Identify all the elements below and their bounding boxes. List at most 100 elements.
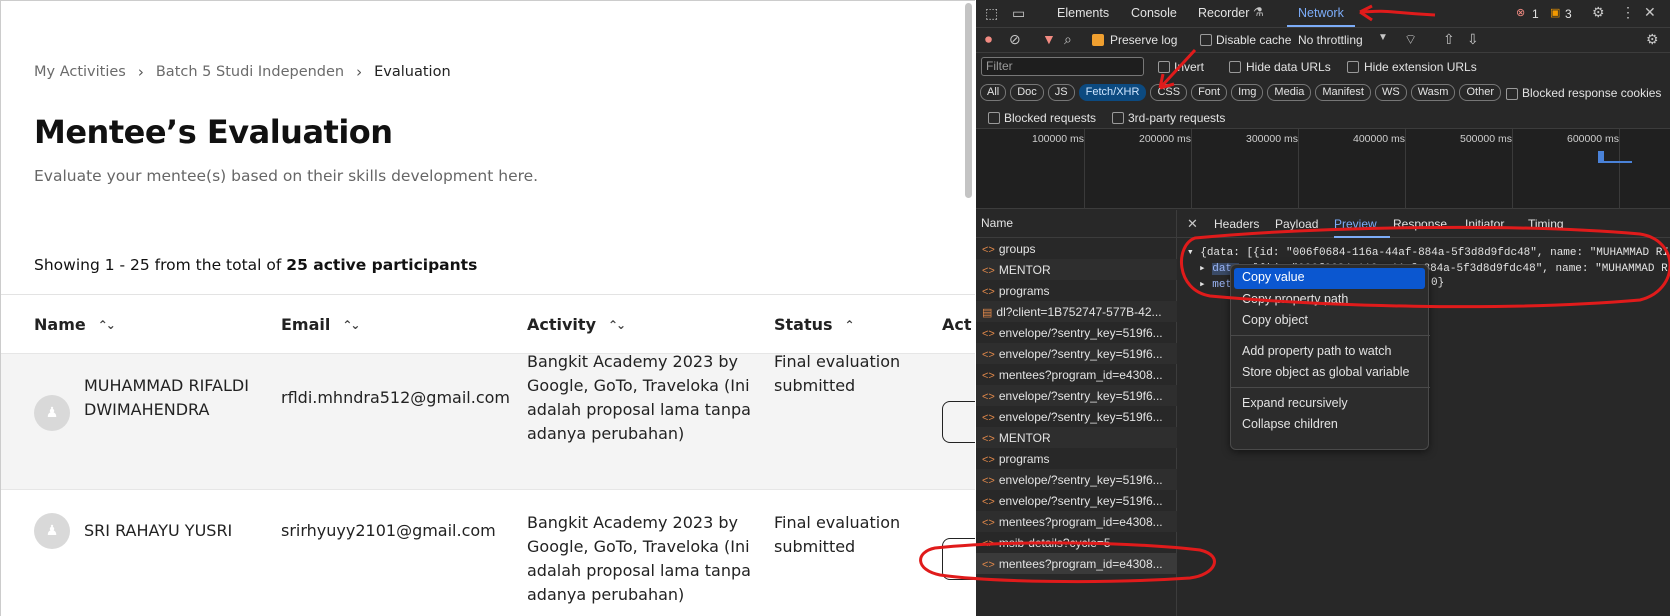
hide-data-urls-checkbox[interactable] bbox=[1229, 61, 1241, 73]
close-detail-icon[interactable]: ✕ bbox=[1187, 216, 1198, 232]
column-header-activity[interactable]: Activity ⌃⌄ bbox=[527, 315, 626, 334]
request-row[interactable]: <> MENTOR bbox=[976, 427, 1177, 448]
detail-tab-timing[interactable]: Timing bbox=[1528, 217, 1564, 231]
request-row[interactable]: <> msib-details?cycle=5 bbox=[976, 532, 1177, 553]
context-menu: Copy value Copy property path Copy objec… bbox=[1230, 264, 1430, 450]
throttling-select[interactable]: No throttling bbox=[1298, 33, 1363, 47]
device-toolbar-icon[interactable]: ▭ bbox=[1012, 5, 1025, 22]
export-har-icon[interactable]: ⇩ bbox=[1467, 31, 1479, 48]
hide-extension-urls-label: Hide extension URLs bbox=[1364, 60, 1477, 74]
filter-input[interactable]: Filter bbox=[981, 57, 1144, 76]
evaluate-button[interactable] bbox=[942, 401, 975, 443]
warning-icon[interactable]: ▣ bbox=[1550, 6, 1560, 19]
network-conditions-icon[interactable]: ⌔ bbox=[1404, 31, 1417, 49]
filter-funnel-icon[interactable]: ▼ bbox=[1042, 31, 1056, 47]
type-filter-other[interactable]: Other bbox=[1459, 84, 1501, 101]
column-header-status[interactable]: Status ⌃ bbox=[774, 315, 855, 334]
expand-arrow-icon[interactable]: ▾ bbox=[1187, 247, 1200, 259]
menu-item-copy-object[interactable]: Copy object bbox=[1242, 313, 1308, 327]
page-scrollbar[interactable] bbox=[965, 3, 972, 198]
invert-checkbox[interactable] bbox=[1158, 61, 1170, 73]
type-filter-font[interactable]: Font bbox=[1191, 84, 1228, 101]
request-row[interactable]: ▤ dl?client=1B752747-577B-42... bbox=[976, 301, 1177, 322]
request-row[interactable]: <> envelope/?sentry_key=519f6... bbox=[976, 385, 1177, 406]
breadcrumb-my-activities[interactable]: My Activities bbox=[34, 64, 126, 80]
tab-network[interactable]: Network bbox=[1298, 6, 1344, 20]
type-filter-fetch-xhr[interactable]: Fetch/XHR bbox=[1078, 84, 1147, 101]
showing-prefix: Showing 1 - 25 from the total of bbox=[34, 256, 282, 274]
menu-item-store-global[interactable]: Store object as global variable bbox=[1242, 365, 1409, 379]
tab-console[interactable]: Console bbox=[1131, 6, 1177, 20]
preview-meta-line[interactable]: ▸ met 0} bbox=[1199, 277, 1444, 291]
search-icon[interactable]: ⌕ bbox=[1064, 31, 1072, 48]
request-row[interactable]: <> mentees?program_id=e4308... bbox=[976, 553, 1177, 574]
expand-arrow-icon[interactable]: ▸ bbox=[1199, 263, 1212, 275]
dropdown-caret-icon[interactable]: ▼ bbox=[1378, 32, 1388, 43]
column-header-email[interactable]: Email ⌃⌄ bbox=[281, 315, 360, 334]
blocked-response-cookies-label: Blocked response cookies bbox=[1522, 86, 1662, 100]
request-row[interactable]: <> envelope/?sentry_key=519f6... bbox=[976, 490, 1177, 511]
breadcrumb-batch[interactable]: Batch 5 Studi Independen bbox=[156, 64, 344, 80]
clear-icon[interactable]: ⊘ bbox=[1009, 31, 1021, 48]
type-filter-img[interactable]: Img bbox=[1231, 84, 1264, 101]
type-filter-js[interactable]: JS bbox=[1047, 84, 1075, 101]
preserve-log-checkbox[interactable] bbox=[1092, 34, 1104, 46]
import-har-icon[interactable]: ⇧ bbox=[1443, 31, 1455, 48]
menu-item-expand-recursively[interactable]: Expand recursively bbox=[1242, 396, 1348, 410]
sort-icon[interactable]: ⌃⌄ bbox=[342, 318, 360, 332]
blocked-requests-checkbox[interactable] bbox=[988, 112, 1000, 124]
error-icon[interactable]: ⊗ bbox=[1516, 6, 1525, 19]
settings-gear-icon[interactable]: ⚙ bbox=[1592, 4, 1605, 21]
network-settings-icon[interactable]: ⚙ bbox=[1646, 31, 1659, 48]
detail-tab-payload[interactable]: Payload bbox=[1275, 217, 1318, 231]
sort-icon[interactable]: ⌃⌄ bbox=[608, 318, 626, 332]
detail-tab-preview[interactable]: Preview bbox=[1334, 217, 1377, 231]
document-icon: ▤ bbox=[982, 307, 993, 319]
request-row[interactable]: <> MENTOR bbox=[976, 259, 1177, 280]
tab-recorder[interactable]: Recorder bbox=[1198, 6, 1249, 20]
menu-item-collapse-children[interactable]: Collapse children bbox=[1242, 417, 1338, 431]
page-subtitle: Evaluate your mentee(s) based on their s… bbox=[34, 167, 539, 185]
type-filter-manifest[interactable]: Manifest bbox=[1315, 84, 1371, 101]
network-overview-timeline[interactable]: 100000 ms 200000 ms 300000 ms 400000 ms … bbox=[976, 129, 1670, 209]
request-row[interactable]: <> groups bbox=[976, 238, 1177, 259]
type-filter-doc[interactable]: Doc bbox=[1010, 84, 1044, 101]
disable-cache-checkbox[interactable] bbox=[1200, 34, 1212, 46]
type-filter-wasm[interactable]: Wasm bbox=[1410, 84, 1456, 101]
detail-tab-headers[interactable]: Headers bbox=[1214, 217, 1259, 231]
menu-item-copy-value[interactable]: Copy value bbox=[1234, 268, 1425, 289]
menu-item-add-watch[interactable]: Add property path to watch bbox=[1242, 344, 1391, 358]
type-filter-media[interactable]: Media bbox=[1267, 84, 1312, 101]
request-row[interactable]: <> programs bbox=[976, 280, 1177, 301]
blocked-response-cookies-checkbox[interactable] bbox=[1506, 88, 1518, 100]
flask-icon: ⚗ bbox=[1253, 5, 1264, 19]
request-row[interactable]: <> programs bbox=[976, 448, 1177, 469]
more-options-icon[interactable]: ⋮ bbox=[1621, 4, 1635, 21]
detail-tab-response[interactable]: Response bbox=[1393, 217, 1447, 231]
type-filter-ws[interactable]: WS bbox=[1374, 84, 1407, 101]
sort-asc-icon[interactable]: ⌃ bbox=[845, 318, 855, 332]
menu-item-copy-property-path[interactable]: Copy property path bbox=[1242, 292, 1348, 306]
hide-extension-urls-checkbox[interactable] bbox=[1347, 61, 1359, 73]
request-row[interactable]: <> envelope/?sentry_key=519f6... bbox=[976, 322, 1177, 343]
request-row[interactable]: <> envelope/?sentry_key=519f6... bbox=[976, 469, 1177, 490]
tab-elements[interactable]: Elements bbox=[1057, 6, 1109, 20]
inspect-element-icon[interactable]: ⬚ bbox=[985, 5, 998, 22]
avatar: ♟ bbox=[34, 513, 70, 549]
request-row[interactable]: <> envelope/?sentry_key=519f6... bbox=[976, 343, 1177, 364]
detail-tab-initiator[interactable]: Initiator bbox=[1465, 217, 1504, 231]
type-filter-all[interactable]: All bbox=[980, 84, 1007, 101]
name-column-header[interactable]: Name bbox=[976, 210, 1177, 238]
request-row[interactable]: <> envelope/?sentry_key=519f6... bbox=[976, 406, 1177, 427]
preview-root-line[interactable]: ▾ {data: [{id: "006f0684-116a-44af-884a-… bbox=[1187, 245, 1669, 259]
sort-icon[interactable]: ⌃⌄ bbox=[98, 318, 116, 332]
request-row[interactable]: <> mentees?program_id=e4308... bbox=[976, 511, 1177, 532]
request-row[interactable]: <> mentees?program_id=e4308... bbox=[976, 364, 1177, 385]
close-devtools-icon[interactable]: ✕ bbox=[1644, 4, 1656, 21]
column-header-name[interactable]: Name ⌃⌄ bbox=[34, 315, 116, 334]
third-party-checkbox[interactable] bbox=[1112, 112, 1124, 124]
type-filter-css[interactable]: CSS bbox=[1150, 84, 1188, 101]
expand-arrow-icon[interactable]: ▸ bbox=[1199, 279, 1212, 291]
record-stop-icon[interactable]: ⏺ bbox=[985, 31, 992, 48]
evaluate-button[interactable] bbox=[942, 538, 975, 580]
